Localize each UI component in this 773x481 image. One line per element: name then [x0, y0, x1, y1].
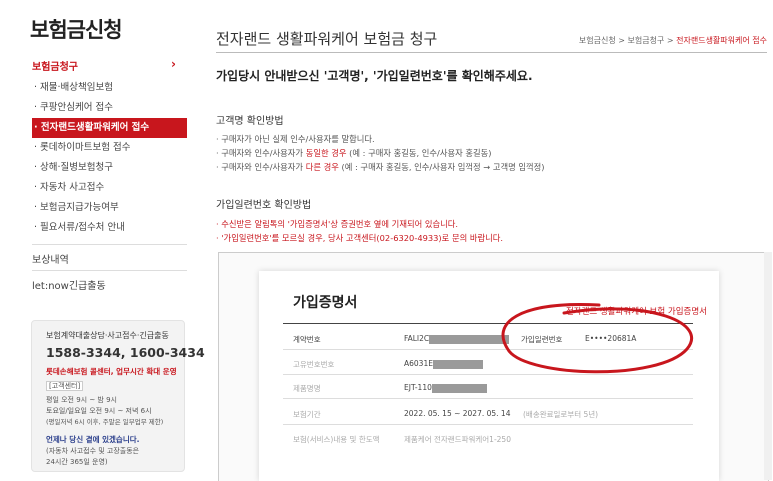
serial-heading: 가입일련번호 확인방법 — [216, 200, 312, 211]
sidebar-item-property-liability[interactable]: · 재물·배상책임보험 — [32, 78, 187, 98]
contact-slogan: 언제나 당신 곁에 있겠습니다. — [46, 435, 140, 444]
sidebar-item-car-accident[interactable]: · 자동차 사고접수 — [32, 178, 187, 198]
breadcrumb-item[interactable]: 보험금신청 — [579, 36, 616, 45]
breadcrumb-current: 전자랜드생활파워케어 접수 — [676, 36, 767, 45]
highlight-circle-stroke — [501, 303, 694, 374]
sidebar-item-etland[interactable]: · 전자랜드생활파워케어 접수 — [32, 118, 187, 138]
customer-heading: 고객명 확인방법 — [216, 116, 284, 127]
main-content: 전자랜드 생활파워케어 보험금 청구 보험금신청 > 보험금청구 > 전자랜드생… — [216, 0, 773, 481]
sidebar-menu: · 재물·배상책임보험 · 쿠팡안심케어 접수 · 전자랜드생활파워케어 접수 … — [32, 78, 187, 238]
customer-line: · 구매자와 인수/사용자가 동일한 경우 (예 : 구매자 홍길동, 인수/사… — [216, 148, 492, 158]
contact-callcenter-notice: 롯데손해보험 콜센터, 업무시간 확대 운영 — [46, 367, 177, 376]
breadcrumb-item[interactable]: 보험금청구 — [628, 36, 665, 45]
serial-line: · '가입일련번호'를 모르실 경우, 당사 고객센터(02-6320-4933… — [216, 233, 504, 243]
intro-text: 가입당시 안내받으신 '고객명', '가입일련번호'를 확인해주세요. — [216, 69, 533, 83]
customer-line: · 구매자가 아닌 실제 인수/사용자를 말합니다. — [216, 134, 375, 144]
highlight-circle-annotation — [501, 303, 694, 374]
contact-phone: 1588-3344, 1600-3434 — [46, 345, 205, 360]
sidebar-title: 보험금신청 — [30, 18, 123, 42]
sidebar-item-coupang[interactable]: · 쿠팡안심케어 접수 — [32, 98, 187, 118]
contact-hours-weekday: 평일 오전 9시 ~ 밤 9시 — [46, 396, 117, 404]
breadcrumb: 보험금신청 > 보험금청구 > 전자랜드생활파워케어 접수 — [579, 35, 767, 46]
serial-line: · 수신받은 알림톡의 '가입증명서'상 증권번호 옆에 기재되어 있습니다. — [216, 219, 459, 229]
contact-box: 보험계약대출상담·사고접수·긴급출동 1588-3344, 1600-3434 … — [31, 320, 205, 472]
page-title: 전자랜드 생활파워케어 보험금 청구 — [216, 30, 438, 48]
contact-tag: [고객센터] — [46, 381, 84, 391]
sidebar-item-documents[interactable]: · 필요서류/접수처 안내 — [32, 218, 187, 238]
customer-line: · 구매자와 인수/사용자가 다른 경우 (예 : 구매자 홍길동, 인수/사용… — [216, 162, 545, 172]
contact-24h-note2: 24시간 365일 운영) — [46, 458, 108, 466]
sidebar-item-payment-eligibility[interactable]: · 보험금지급가능여부 — [32, 198, 187, 218]
contact-hours-note: (평일저녁 6시 이후, 주말은 일부업무 제한) — [46, 418, 164, 426]
contact-title: 보험계약대출상담·사고접수·긴급출동 — [46, 331, 169, 340]
sidebar-section-label: 보험금청구 — [32, 62, 78, 73]
breadcrumb-separator: > — [666, 36, 674, 45]
sidebar-item-letnow[interactable]: let:now긴급출동 — [32, 270, 187, 292]
contact-hours-weekend: 토요일/일요일 오전 9시 ~ 저녁 6시 — [46, 407, 152, 415]
sidebar-section-claims[interactable]: 보험금청구 › — [32, 57, 182, 73]
sidebar-item-himart[interactable]: · 롯데하이마트보험 접수 — [32, 138, 187, 158]
certificate-scrollbar[interactable] — [764, 252, 772, 480]
certificate-preview: 가입증명서 전자랜드 생활파워케어 보험 가입증명서 계약번호 FALI2C 가… — [218, 252, 769, 481]
sidebar-item-claim-history[interactable]: 보상내역 — [32, 244, 187, 266]
sidebar: 보험금신청 보험금청구 › · 재물·배상책임보험 · 쿠팡안심케어 접수 · … — [0, 0, 205, 480]
contact-24h-note: (자동차 사고접수 및 고장출동은 — [46, 447, 140, 455]
chevron-right-icon: › — [171, 57, 176, 71]
breadcrumb-separator: > — [618, 36, 625, 45]
header-divider — [216, 52, 767, 53]
sidebar-item-injury-disease[interactable]: · 상해·질병보험청구 — [32, 158, 187, 178]
